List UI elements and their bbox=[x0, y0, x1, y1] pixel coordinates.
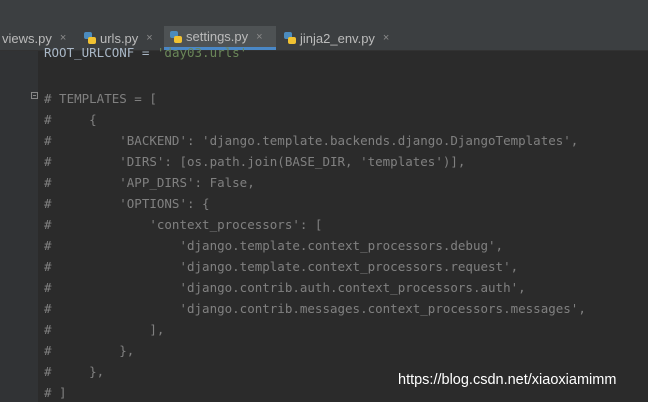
code-line: # ] bbox=[44, 385, 67, 400]
close-icon[interactable]: × bbox=[383, 32, 389, 44]
code-line: # { bbox=[44, 112, 97, 127]
window-top-strip bbox=[0, 0, 648, 26]
code-identifier: ROOT_URLCONF = bbox=[44, 45, 157, 60]
watermark-url: https://blog.csdn.net/xiaoxiamimm bbox=[398, 372, 617, 388]
code-line: # 'django.template.context_processors.de… bbox=[44, 238, 504, 253]
code-line: # 'BACKEND': 'django.template.backends.d… bbox=[44, 133, 579, 148]
code-line: # }, bbox=[44, 343, 135, 358]
code-line: # 'OPTIONS': { bbox=[44, 196, 210, 211]
python-file-icon bbox=[284, 32, 296, 44]
code-line: # 'APP_DIRS': False, bbox=[44, 175, 255, 190]
close-icon[interactable]: × bbox=[60, 32, 66, 44]
fold-collapse-icon[interactable] bbox=[31, 92, 38, 99]
code-line: # TEMPLATES = [ bbox=[44, 91, 157, 106]
code-editor[interactable]: ROOT_URLCONF = 'day03.urls' # TEMPLATES … bbox=[44, 44, 644, 402]
close-icon[interactable]: × bbox=[146, 32, 152, 44]
code-line-root-urlconf: ROOT_URLCONF = 'day03.urls' bbox=[44, 44, 247, 63]
code-string: 'day03.urls' bbox=[156, 45, 248, 60]
code-line: # 'context_processors': [ bbox=[44, 217, 323, 232]
tab-label: settings.py bbox=[186, 29, 249, 44]
code-line: # 'django.contrib.messages.context_proce… bbox=[44, 301, 586, 316]
python-file-icon bbox=[170, 30, 182, 43]
code-line: # 'django.template.context_processors.re… bbox=[44, 259, 519, 274]
code-line: # 'django.contrib.auth.context_processor… bbox=[44, 280, 526, 295]
close-icon[interactable]: × bbox=[256, 31, 262, 43]
code-line: # 'DIRS': [os.path.join(BASE_DIR, 'templ… bbox=[44, 154, 466, 169]
python-file-icon bbox=[84, 32, 96, 44]
code-line: # ], bbox=[44, 322, 165, 337]
code-line: # }, bbox=[44, 364, 105, 379]
editor-gutter bbox=[0, 51, 38, 402]
